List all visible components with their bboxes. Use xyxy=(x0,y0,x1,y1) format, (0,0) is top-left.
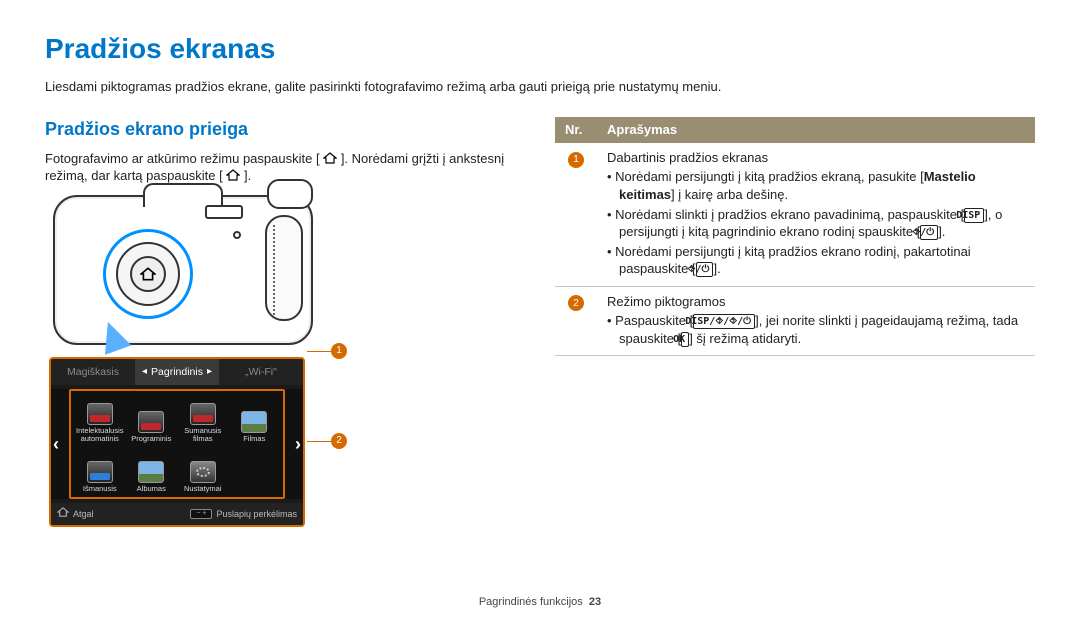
home-icon xyxy=(323,151,337,163)
tab-wifi[interactable]: „Wi-Fi" xyxy=(219,359,303,385)
flash-timer-icon: ⯑/⏻ xyxy=(920,225,938,240)
tab-main-label: Pagrindinis xyxy=(151,365,203,379)
tab-bar: Magiškasis ◂ Pagrindinis ▸ „Wi-Fi" xyxy=(51,359,303,385)
callout-1-badge: 1 xyxy=(331,343,347,359)
mode-program[interactable]: Programinis xyxy=(127,395,177,443)
row1-cell: Dabartinis pradžios ekranas Norėdami per… xyxy=(597,143,1035,286)
chevron-right-icon: ▸ xyxy=(203,365,216,379)
mode-smart[interactable]: Išmanusis xyxy=(75,445,125,493)
description-table: Nr. Aprašymas 1 Dabartinis pradžios ekra… xyxy=(555,117,1035,356)
home-icon xyxy=(140,267,156,281)
zoom-icon: − + xyxy=(190,509,212,519)
row1-badge: 1 xyxy=(568,152,584,168)
camera-illustration xyxy=(53,195,525,345)
flash-timer-icon: ⯑/⏻ xyxy=(696,262,714,277)
home-icon xyxy=(57,507,69,520)
section-text-c: ]. xyxy=(244,168,251,183)
ok-icon: OK xyxy=(681,332,689,347)
intro-text: Liesdami piktogramas pradžios ekrane, ga… xyxy=(45,78,1035,96)
row2-lead: Režimo piktogramos xyxy=(607,293,1025,311)
nav-buttons-icon: DISP/⯑/⯑/⏻ xyxy=(693,314,755,329)
tab-magic[interactable]: Magiškasis xyxy=(51,359,135,385)
footer-label: Pagrindinės funkcijos xyxy=(479,596,583,608)
callout-2-badge: 2 xyxy=(331,433,347,449)
mode-album[interactable]: Albumas xyxy=(127,445,177,493)
page-title: Pradžios ekranas xyxy=(45,30,1035,68)
col-header-desc: Aprašymas xyxy=(597,117,1035,143)
tab-main[interactable]: ◂ Pagrindinis ▸ xyxy=(135,359,219,385)
chevron-left-icon: ◂ xyxy=(138,365,151,379)
row2-cell: Režimo piktogramos Paspauskite [DISP/⯑/⯑… xyxy=(597,286,1035,356)
page-left-icon[interactable]: ‹ xyxy=(53,432,59,456)
arrow-icon xyxy=(95,317,132,355)
device-screen: Magiškasis ◂ Pagrindinis ▸ „Wi-Fi" ‹ › I… xyxy=(49,357,305,527)
row1-lead: Dabartinis pradžios ekranas xyxy=(607,149,1025,167)
mode-settings[interactable]: Nustatymai xyxy=(178,445,228,493)
col-header-nr: Nr. xyxy=(555,117,597,143)
mode-smart-movie[interactable]: Sumanusisfilmas xyxy=(178,395,228,443)
disp-icon: DISP xyxy=(964,208,984,223)
footer-back-label[interactable]: Atgal xyxy=(73,508,94,520)
page-footer: Pagrindinės funkcijos 23 xyxy=(0,595,1080,610)
section-text-a: Fotografavimo ar atkūrimo režimu paspaus… xyxy=(45,151,320,166)
footer-page: 23 xyxy=(589,596,601,608)
page-right-icon[interactable]: › xyxy=(295,432,301,456)
home-icon xyxy=(226,168,240,180)
mode-movie[interactable]: Filmas xyxy=(230,395,280,443)
section-heading: Pradžios ekrano prieiga xyxy=(45,117,525,141)
footer-move-label: Puslapių perkėlimas xyxy=(216,508,297,520)
mode-smart-auto[interactable]: Intelektualusisautomatinis xyxy=(75,395,125,443)
row2-badge: 2 xyxy=(568,295,584,311)
mode-grid: Intelektualusisautomatinis Programinis S… xyxy=(69,389,285,499)
